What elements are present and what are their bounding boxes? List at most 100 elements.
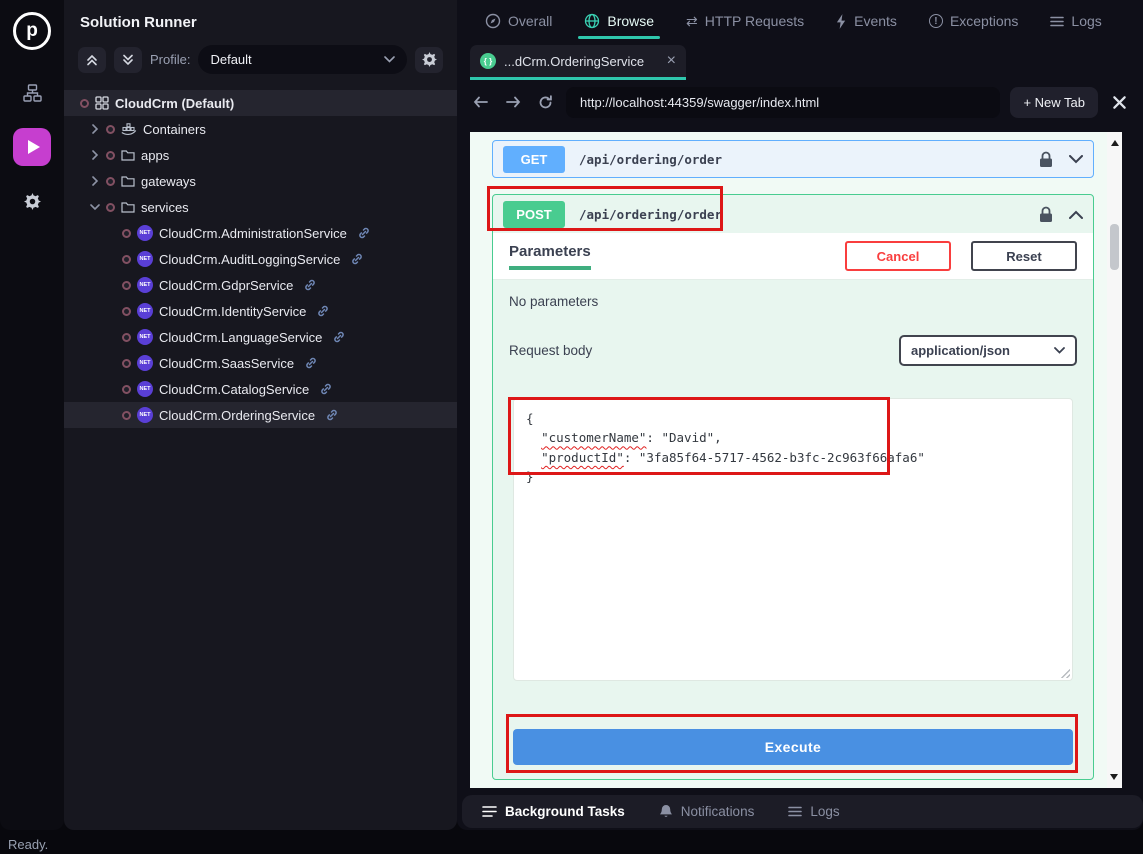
tab-logs[interactable]: Logs	[1050, 13, 1101, 29]
status-dot-icon	[106, 177, 115, 186]
request-body-label: Request body	[509, 343, 592, 358]
tab-http-requests[interactable]: ⇄ HTTP Requests	[686, 13, 804, 30]
scrollbar-thumb[interactable]	[1110, 224, 1119, 270]
collapse-all-button[interactable]	[78, 47, 106, 73]
folder-icon	[121, 175, 135, 187]
dotnet-icon: NET	[137, 329, 153, 345]
opblock-post-header[interactable]: POST /api/ordering/order	[493, 195, 1093, 233]
profile-select[interactable]: Default	[198, 45, 407, 74]
execute-row: Execute	[493, 681, 1093, 767]
reset-button[interactable]: Reset	[971, 241, 1077, 271]
chevron-down-icon[interactable]	[1069, 155, 1083, 164]
chevron-up-icon[interactable]	[1069, 210, 1083, 219]
solution-tree-nav-button[interactable]	[13, 74, 51, 112]
link-icon[interactable]	[332, 330, 346, 344]
docker-icon	[121, 123, 137, 136]
tree-item-service[interactable]: NET CloudCrm.GdprService	[64, 272, 457, 298]
runner-nav-button[interactable]	[13, 128, 51, 166]
settings-nav-button[interactable]	[13, 182, 51, 220]
expand-all-button[interactable]	[114, 47, 142, 73]
scroll-up-icon[interactable]	[1111, 136, 1119, 146]
status-dot-icon	[122, 307, 131, 316]
cancel-button[interactable]: Cancel	[845, 241, 951, 271]
globe-icon	[584, 13, 600, 29]
status-dot-icon	[106, 203, 115, 212]
link-icon[interactable]	[350, 252, 364, 266]
devtools-icon[interactable]	[1108, 95, 1130, 110]
new-tab-button[interactable]: + New Tab	[1010, 87, 1098, 118]
browser-toolbar: http://localhost:44359/swagger/index.htm…	[457, 80, 1143, 124]
scroll-down-icon[interactable]	[1110, 774, 1118, 784]
profile-settings-button[interactable]	[415, 47, 443, 73]
tree-item-containers[interactable]: Containers	[64, 116, 457, 142]
execute-button[interactable]: Execute	[513, 729, 1073, 765]
bottom-bar: Background Tasks Notifications Logs	[462, 795, 1143, 828]
tree-item-service-selected[interactable]: NET CloudCrm.OrderingService	[64, 402, 457, 428]
main-tabs: Overall Browse ⇄ HTTP Requests Events ! …	[457, 0, 1143, 42]
forward-button[interactable]	[502, 95, 524, 109]
bell-icon	[659, 804, 673, 819]
tab-events[interactable]: Events	[836, 13, 897, 29]
dotnet-icon: NET	[137, 407, 153, 423]
link-icon[interactable]	[357, 226, 371, 240]
link-icon[interactable]	[325, 408, 339, 422]
back-button[interactable]	[470, 95, 492, 109]
tree-item-cloudcrm-root[interactable]: CloudCrm (Default)	[64, 90, 457, 116]
dotnet-icon: NET	[137, 381, 153, 397]
status-text: Ready.	[8, 837, 48, 852]
tree-item-service[interactable]: NET CloudCrm.AdministrationService	[64, 220, 457, 246]
no-parameters-text: No parameters	[493, 280, 1093, 325]
tree-item-service[interactable]: NET CloudCrm.CatalogService	[64, 376, 457, 402]
dotnet-icon: NET	[137, 251, 153, 267]
swagger-favicon-icon: { }	[480, 53, 496, 69]
link-icon[interactable]	[316, 304, 330, 318]
lines-icon	[788, 806, 802, 817]
main-panel: Overall Browse ⇄ HTTP Requests Events ! …	[457, 0, 1143, 830]
status-dot-icon	[106, 151, 115, 160]
chevron-right-icon	[90, 124, 100, 134]
status-dot-icon	[80, 99, 89, 108]
folder-icon	[121, 149, 135, 161]
lock-icon[interactable]	[1039, 151, 1053, 168]
tree-item-gateways[interactable]: gateways	[64, 168, 457, 194]
request-body-editor[interactable]: { "customerName": "David", "productId": …	[513, 398, 1073, 681]
chevron-right-icon	[90, 176, 100, 186]
dotnet-icon: NET	[137, 303, 153, 319]
play-icon	[28, 140, 40, 154]
tree-item-service[interactable]: NET CloudCrm.AuditLoggingService	[64, 246, 457, 272]
link-icon[interactable]	[303, 278, 317, 292]
background-tasks-button[interactable]: Background Tasks	[482, 804, 625, 819]
refresh-button[interactable]	[534, 95, 556, 110]
content-type-select[interactable]: application/json	[899, 335, 1077, 366]
tree-item-service[interactable]: NET CloudCrm.LanguageService	[64, 324, 457, 350]
app-grid-icon	[95, 96, 109, 110]
sidebar-title: Solution Runner	[64, 0, 457, 31]
tab-exceptions[interactable]: ! Exceptions	[929, 13, 1018, 29]
status-dot-icon	[122, 385, 131, 394]
tree-item-service[interactable]: NET CloudCrm.IdentityService	[64, 298, 457, 324]
tree-item-services[interactable]: services	[64, 194, 457, 220]
opblock-get-order[interactable]: GET /api/ordering/order	[492, 140, 1094, 178]
chevron-down-icon	[384, 56, 395, 63]
link-icon[interactable]	[319, 382, 333, 396]
app-logo-icon: p	[13, 12, 51, 50]
close-tab-icon[interactable]: ×	[667, 53, 676, 69]
tab-overall[interactable]: Overall	[485, 13, 552, 29]
notifications-button[interactable]: Notifications	[659, 804, 755, 819]
request-body-editor-wrap: { "customerName": "David", "productId": …	[513, 398, 1073, 681]
tab-browse[interactable]: Browse	[584, 13, 654, 29]
chevrons-up-icon	[86, 54, 98, 66]
scrollbar[interactable]	[1107, 132, 1122, 788]
browser-tab-orderingservice[interactable]: { } ...dCrm.OrderingService ×	[470, 45, 686, 80]
profile-value: Default	[210, 52, 251, 67]
parameters-title: Parameters	[509, 243, 591, 270]
status-dot-icon	[122, 333, 131, 342]
lightning-icon	[836, 14, 847, 29]
logs-button[interactable]: Logs	[788, 804, 839, 819]
lock-icon[interactable]	[1039, 206, 1053, 223]
tree-item-service[interactable]: NET CloudCrm.SaasService	[64, 350, 457, 376]
tree-item-apps[interactable]: apps	[64, 142, 457, 168]
url-input[interactable]: http://localhost:44359/swagger/index.htm…	[566, 87, 1000, 118]
arrows-swap-icon: ⇄	[686, 13, 698, 30]
link-icon[interactable]	[304, 356, 318, 370]
